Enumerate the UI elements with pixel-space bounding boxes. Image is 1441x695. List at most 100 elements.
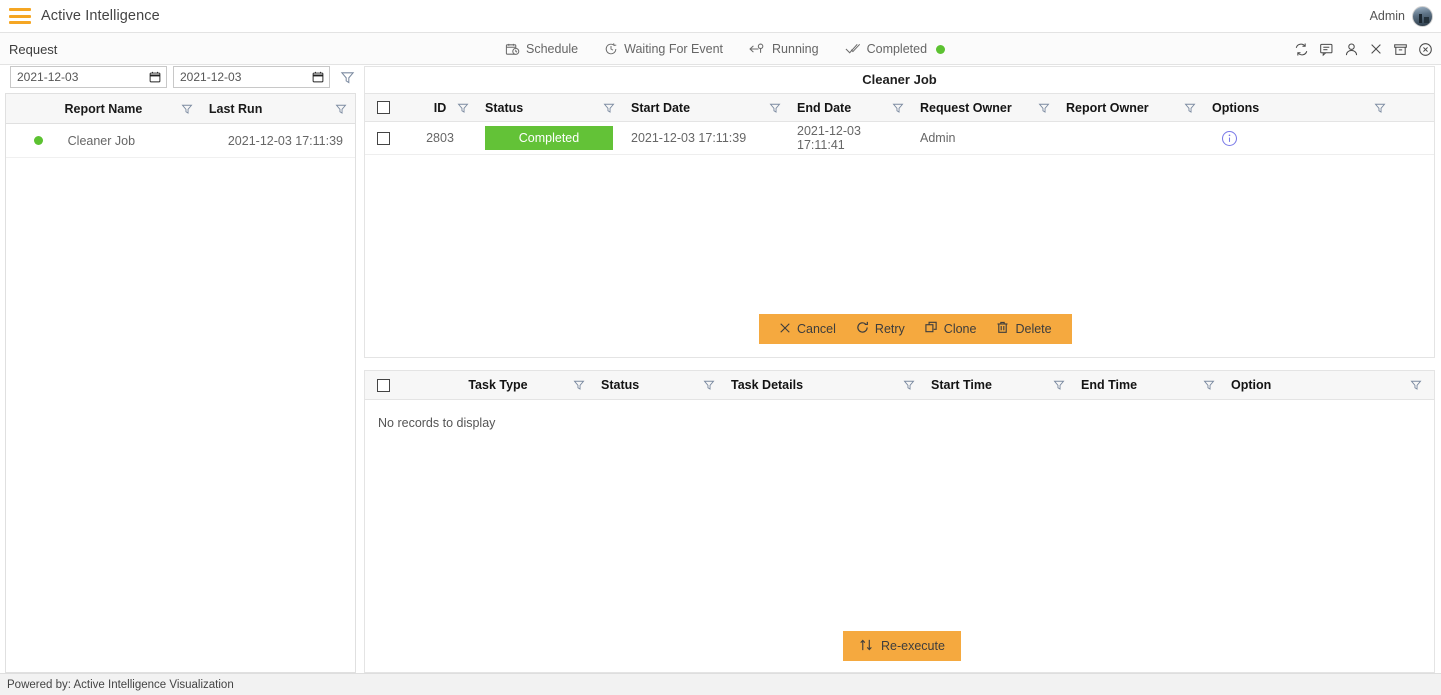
funnel-icon[interactable] — [603, 102, 615, 114]
list-item[interactable]: Cleaner Job 2021-12-03 17:11:39 — [6, 124, 355, 158]
funnel-icon[interactable] — [1038, 102, 1050, 114]
cell-start-date: 2021-12-03 17:11:39 — [631, 131, 747, 145]
funnel-icon[interactable] — [903, 379, 915, 391]
column-task-status[interactable]: Status — [593, 371, 723, 399]
funnel-icon[interactable] — [1410, 379, 1422, 391]
table-row[interactable]: 2803 Completed 2021-12-03 17:11:39 2021-… — [365, 122, 1434, 155]
report-list-header: Report Name Last Run — [6, 94, 355, 124]
column-status-label: Status — [485, 100, 524, 115]
clone-button[interactable]: Clone — [915, 314, 987, 344]
column-task-option[interactable]: Option — [1223, 371, 1430, 399]
status-tab-group: Schedule Waiting For Event Running Compl… — [492, 33, 958, 65]
date-from-input[interactable]: 2021-12-03 — [10, 66, 167, 88]
request-detail-panel: Cleaner Job ID Status Start Date End Dat… — [364, 66, 1435, 358]
column-task-details-label: Task Details — [731, 378, 804, 392]
status-indicator-dot — [33, 136, 43, 145]
user-avatar[interactable] — [1412, 5, 1433, 27]
trash-icon — [996, 321, 1009, 337]
column-request-owner[interactable]: Request Owner — [912, 94, 1058, 121]
list-item-report-name: Cleaner Job — [67, 133, 136, 148]
date-to-input[interactable]: 2021-12-03 — [173, 66, 330, 88]
delete-button[interactable]: Delete — [986, 314, 1061, 344]
cancel-button[interactable]: Cancel — [769, 314, 846, 344]
copy-icon — [925, 321, 938, 337]
funnel-icon[interactable] — [340, 70, 355, 85]
column-end-date-label: End Date — [797, 100, 852, 115]
cell-id: 2803 — [426, 131, 454, 145]
funnel-icon[interactable] — [703, 379, 715, 391]
funnel-icon[interactable] — [892, 102, 904, 114]
column-options-label: Options — [1212, 100, 1260, 115]
column-status[interactable]: Status — [477, 94, 623, 121]
column-report-owner-label: Report Owner — [1066, 100, 1149, 115]
column-report-name-label: Report Name — [64, 101, 143, 116]
funnel-icon[interactable] — [1374, 102, 1386, 114]
column-id-label: ID — [433, 100, 447, 115]
tab-waiting-for-event-label: Waiting For Event — [624, 42, 724, 56]
circle-x-icon[interactable] — [1418, 42, 1433, 57]
column-last-run[interactable]: Last Run — [201, 102, 355, 116]
date-to-value: 2021-12-03 — [180, 70, 242, 84]
double-check-icon — [845, 42, 861, 56]
task-select-all-checkbox[interactable] — [377, 378, 390, 392]
tab-running[interactable]: Running — [736, 33, 832, 65]
tab-waiting-for-event[interactable]: Waiting For Event — [591, 33, 736, 65]
funnel-icon[interactable] — [769, 102, 781, 114]
column-start-time[interactable]: Start Time — [923, 371, 1073, 399]
archive-icon[interactable] — [1393, 42, 1408, 57]
retry-button[interactable]: Retry — [846, 314, 915, 344]
calendar-icon[interactable] — [149, 71, 161, 83]
column-task-option-label: Option — [1231, 378, 1272, 392]
funnel-icon[interactable] — [1053, 379, 1065, 391]
row-checkbox-cell — [365, 122, 403, 154]
select-all-checkbox-cell — [365, 94, 403, 121]
column-request-owner-label: Request Owner — [920, 100, 1012, 115]
funnel-icon[interactable] — [1203, 379, 1215, 391]
comment-icon[interactable] — [1319, 42, 1334, 57]
section-label: Request — [9, 41, 58, 57]
column-start-date[interactable]: Start Date — [623, 94, 789, 121]
page-title: Cleaner Job — [862, 72, 937, 87]
x-icon — [779, 322, 791, 337]
status-indicator-dot — [936, 44, 946, 54]
calendar-icon[interactable] — [312, 71, 324, 83]
funnel-icon[interactable] — [457, 102, 469, 114]
tab-completed[interactable]: Completed — [832, 33, 958, 65]
column-end-time-label: End Time — [1081, 378, 1138, 392]
topbar-user-area: Admin — [1370, 5, 1433, 27]
funnel-icon[interactable] — [573, 379, 585, 391]
refresh-icon[interactable] — [1294, 42, 1309, 57]
person-icon[interactable] — [1344, 42, 1359, 57]
retry-button-label: Retry — [874, 322, 905, 336]
column-start-time-label: Start Time — [931, 378, 992, 392]
row-checkbox[interactable] — [377, 131, 390, 145]
column-task-type[interactable]: Task Type — [403, 371, 593, 399]
status-badge: Completed — [485, 126, 613, 150]
funnel-icon[interactable] — [181, 103, 193, 115]
delete-button-label: Delete — [1015, 322, 1052, 336]
column-report-name[interactable]: Report Name — [6, 102, 201, 116]
info-icon[interactable] — [1221, 130, 1238, 147]
request-list-panel: 2021-12-03 2021-12-03 Report Name Last R… — [5, 66, 356, 673]
column-task-details[interactable]: Task Details — [723, 371, 923, 399]
cell-report-owner — [1058, 122, 1204, 154]
close-icon[interactable] — [1369, 42, 1383, 56]
column-options[interactable]: Options — [1204, 94, 1394, 121]
toolbar: Request Schedule Waiting For Event Runni… — [0, 33, 1441, 65]
tab-schedule[interactable]: Schedule — [492, 33, 591, 65]
re-execute-button[interactable]: Re-execute — [843, 631, 961, 661]
arrow-pin-icon — [749, 42, 766, 56]
reexecute-icon — [859, 638, 874, 655]
funnel-icon[interactable] — [335, 103, 347, 115]
column-end-date[interactable]: End Date — [789, 94, 912, 121]
funnel-icon[interactable] — [1184, 102, 1196, 114]
select-all-checkbox[interactable] — [377, 101, 390, 114]
column-last-run-label: Last Run — [208, 101, 263, 116]
row-status-dot — [6, 136, 68, 145]
column-report-owner[interactable]: Report Owner — [1058, 94, 1204, 121]
column-end-time[interactable]: End Time — [1073, 371, 1223, 399]
request-action-bar: Cancel Retry Clone Delete — [759, 314, 1072, 344]
hamburger-icon[interactable] — [9, 8, 31, 24]
list-item-last-run: 2021-12-03 17:11:39 — [227, 133, 343, 148]
column-id[interactable]: ID — [403, 94, 477, 121]
